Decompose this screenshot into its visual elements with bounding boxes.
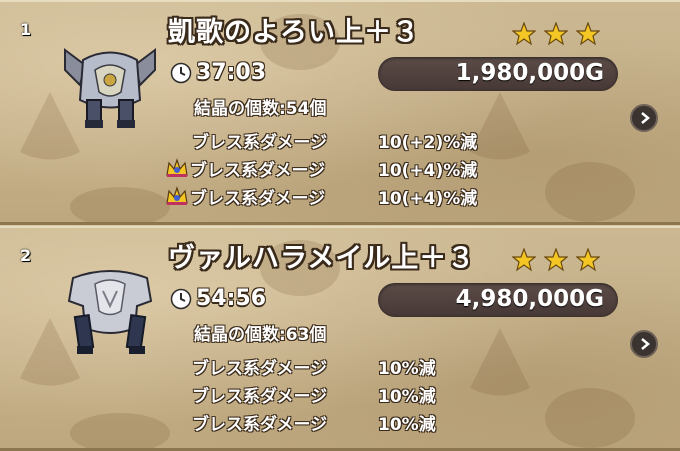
effect-row: ブレス系ダメージ 10%減 [164, 408, 436, 436]
chevron-right-icon [641, 112, 650, 124]
effect-name: ブレス系ダメージ [190, 160, 326, 181]
effect-row: ブレス系ダメージ 10(+4)%減 [164, 182, 477, 210]
effect-row: ブレス系ダメージ 10%減 [164, 352, 436, 380]
star-icon [512, 248, 536, 272]
clock-icon [170, 288, 192, 309]
price-text: 4,980,000G [455, 286, 604, 312]
effects-list: ブレス系ダメージ 10(+2)%減 ブレス系ダメージ 10(+4)%減 ブレス系… [164, 126, 477, 210]
price-box: 1,980,000G [378, 57, 618, 91]
detail-arrow-button[interactable] [630, 104, 658, 132]
star-icon [544, 22, 568, 46]
time-remaining: 54:56 [170, 286, 266, 311]
armor-icon [55, 256, 165, 366]
time-text: 37:03 [196, 60, 267, 85]
star-icon [576, 248, 600, 272]
detail-arrow-button[interactable] [630, 330, 658, 358]
effect-row: ブレス系ダメージ 10%減 [164, 380, 436, 408]
star-icon [544, 248, 568, 272]
effect-row: ブレス系ダメージ 10(+2)%減 [164, 126, 477, 154]
effect-name: ブレス系ダメージ [192, 386, 328, 407]
effect-name: ブレス系ダメージ [192, 414, 328, 435]
chevron-right-icon [641, 338, 650, 350]
clock-icon [170, 62, 192, 83]
rarity-stars [512, 248, 600, 272]
effect-value: 10%減 [378, 386, 436, 407]
effect-name: ブレス系ダメージ [192, 358, 328, 379]
item-name: 凱歌のよろい上＋３ [168, 17, 420, 48]
star-icon [576, 22, 600, 46]
effect-row: ブレス系ダメージ 10(+4)%減 [164, 154, 477, 182]
item-name: ヴァルハラメイル上＋３ [168, 243, 476, 274]
listing-row-1[interactable]: 1 凱歌のよろい上＋３ 37:03 1,980,000G 結晶の個数:54個 ブ… [0, 0, 680, 225]
crown-icon [166, 158, 188, 177]
crystal-count: 結晶の個数:54個 [194, 99, 327, 119]
time-remaining: 37:03 [170, 60, 266, 85]
price-text: 1,980,000G [455, 60, 604, 86]
price-box: 4,980,000G [378, 283, 618, 317]
crown-icon [166, 186, 188, 205]
listing-row-2[interactable]: 2 ヴァルハラメイル上＋３ 54:56 4,980,000G 結晶の個数:63個… [0, 226, 680, 451]
effect-name: ブレス系ダメージ [190, 188, 326, 209]
effect-value: 10%減 [378, 414, 436, 435]
effects-list: ブレス系ダメージ 10%減 ブレス系ダメージ 10%減 ブレス系ダメージ 10%… [164, 352, 436, 436]
star-icon [512, 22, 536, 46]
effect-value: 10%減 [378, 358, 436, 379]
armor-icon [55, 30, 165, 140]
rank-number: 2 [20, 246, 32, 265]
time-text: 54:56 [196, 286, 267, 311]
crystal-count: 結晶の個数:63個 [194, 325, 327, 345]
effect-value: 10(+2)%減 [378, 132, 478, 153]
effect-name: ブレス系ダメージ [192, 132, 328, 153]
effect-value: 10(+4)%減 [378, 188, 478, 209]
effect-value: 10(+4)%減 [378, 160, 478, 181]
rank-number: 1 [20, 20, 32, 39]
rarity-stars [512, 22, 600, 46]
